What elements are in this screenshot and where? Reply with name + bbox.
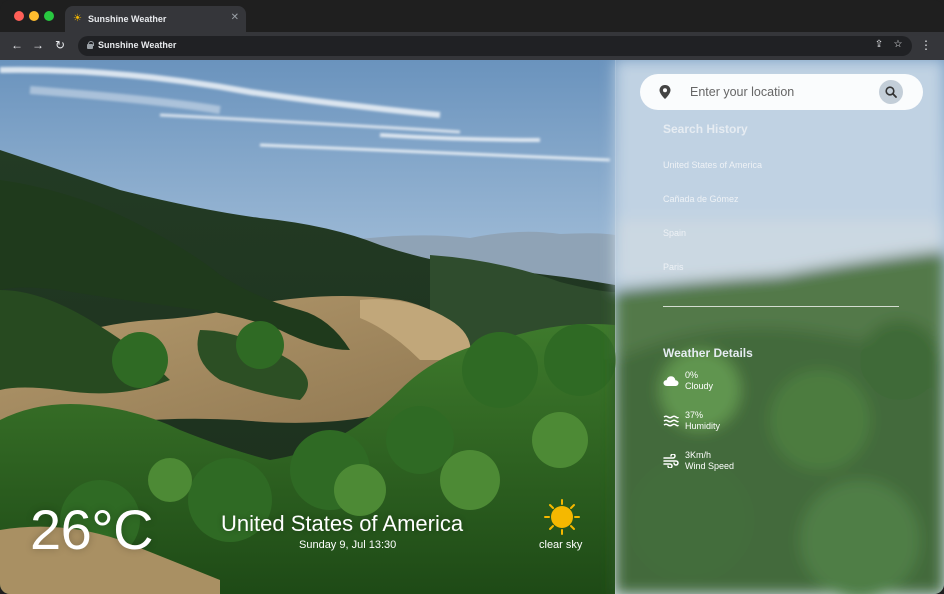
weather-condition: clear sky xyxy=(539,539,583,551)
weather-details-title: Weather Details xyxy=(663,346,753,360)
browser-menu-icon[interactable]: ⋮ xyxy=(920,38,932,52)
wind-value: 3Km/h xyxy=(685,450,712,460)
address-bar[interactable]: Sunshine Weather ⇪ ☆ xyxy=(78,36,912,56)
minimize-window-button[interactable] xyxy=(29,11,39,21)
divider xyxy=(663,306,899,307)
reload-icon[interactable]: ↻ xyxy=(52,37,68,53)
current-datetime: Sunday 9, Jul 13:30 xyxy=(299,539,397,551)
tab-title: Sunshine Weather xyxy=(88,14,167,24)
search-history-title: Search History xyxy=(663,122,748,136)
close-window-button[interactable] xyxy=(14,11,24,21)
url-text: Sunshine Weather xyxy=(98,40,177,50)
location-search-input[interactable] xyxy=(690,82,870,102)
history-item[interactable]: United States of America xyxy=(663,160,762,170)
current-temperature: 26°C xyxy=(30,498,154,561)
wind-icon xyxy=(663,454,679,468)
share-icon[interactable]: ⇪ xyxy=(872,38,886,52)
page-content: Search History United States of America … xyxy=(0,60,944,594)
browser-window: ☀ Sunshine Weather ✕ ← → ↻ Sunshine Weat… xyxy=(0,0,944,594)
detail-humidity: 37% Humidity xyxy=(663,410,863,434)
humidity-value: 37% xyxy=(685,410,704,420)
history-item[interactable]: Spain xyxy=(663,228,686,238)
wind-label: Wind Speed xyxy=(685,461,735,471)
search-button[interactable] xyxy=(879,80,903,104)
cloudiness-label: Cloudy xyxy=(685,381,714,391)
detail-wind: 3Km/h Wind Speed xyxy=(663,450,863,474)
search-icon xyxy=(885,86,897,98)
history-item[interactable]: Paris xyxy=(663,262,684,272)
lock-icon xyxy=(87,41,94,49)
cloud-icon xyxy=(663,376,679,386)
current-location: United States of America xyxy=(221,511,464,536)
back-icon[interactable]: ← xyxy=(9,37,25,53)
humidity-icon xyxy=(663,415,679,427)
humidity-label: Humidity xyxy=(685,421,721,431)
tab-bar: ☀ Sunshine Weather ✕ xyxy=(0,0,944,32)
detail-cloudiness: 0% Cloudy xyxy=(663,370,863,394)
cloudiness-value: 0% xyxy=(685,370,699,380)
browser-toolbar: ← → ↻ Sunshine Weather ⇪ ☆ ⋮ xyxy=(0,32,944,60)
sun-icon: ☀ xyxy=(73,13,82,24)
maximize-window-button[interactable] xyxy=(44,11,54,21)
sun-icon xyxy=(544,499,580,535)
side-panel: Search History United States of America … xyxy=(615,60,944,594)
bookmark-star-icon[interactable]: ☆ xyxy=(891,38,905,52)
history-item[interactable]: Cañada de Gómez xyxy=(663,194,739,204)
location-pin-icon xyxy=(659,85,671,99)
close-tab-icon[interactable]: ✕ xyxy=(231,12,239,23)
search-bar xyxy=(640,74,923,110)
forward-icon[interactable]: → xyxy=(30,37,46,53)
tab-sunshine-weather[interactable]: ☀ Sunshine Weather ✕ xyxy=(65,6,246,32)
